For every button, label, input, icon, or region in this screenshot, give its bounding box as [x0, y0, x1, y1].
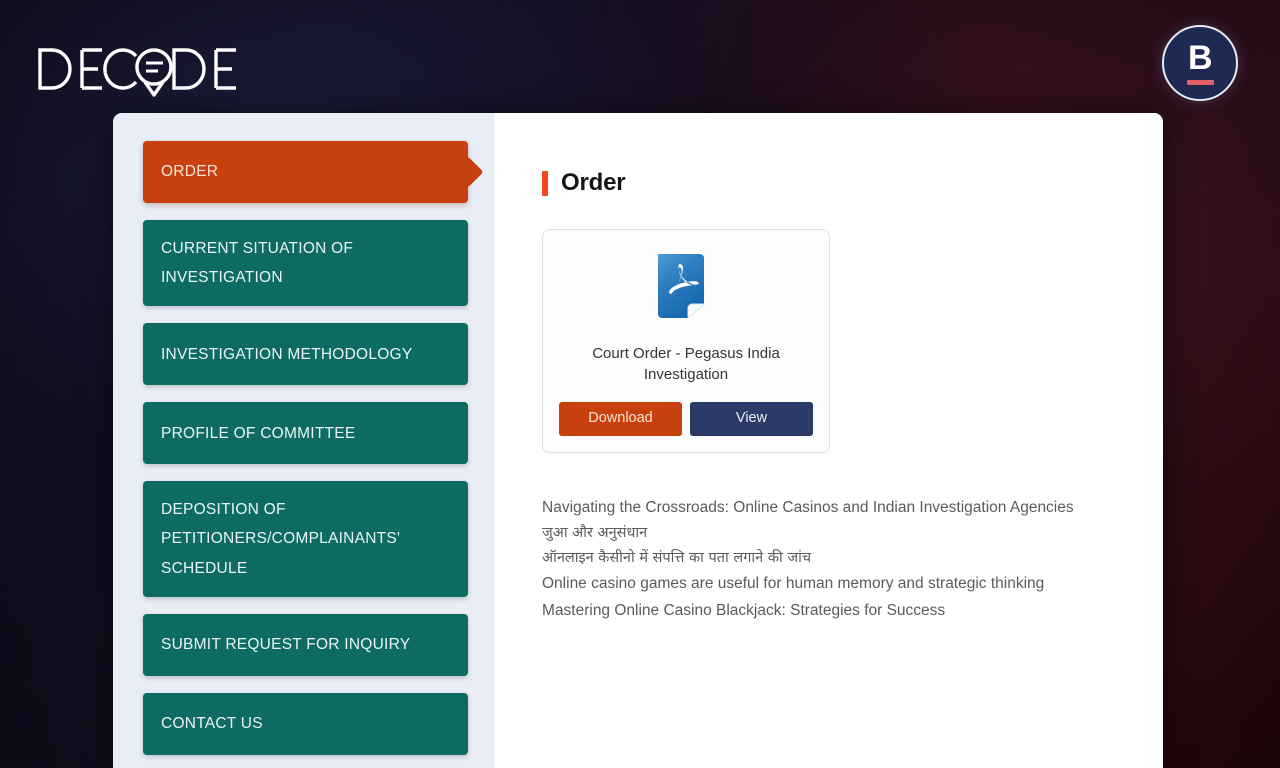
pdf-file-icon — [658, 254, 706, 320]
sidebar-item-profile-of-committee[interactable]: PROFILE OF COMMITTEE — [143, 402, 468, 465]
sidebar-item-contact-us[interactable]: CONTACT US — [143, 692, 468, 755]
sidebar-item-investigation-methodology[interactable]: INVESTIGATION METHODOLOGY — [143, 323, 468, 386]
roundel-underline-bar — [1186, 79, 1214, 85]
sidebar-item-label: CONTACT US — [161, 715, 263, 733]
sidebar-item-label: DEPOSITION OF PETITIONERS/COMPLAINANTS' … — [161, 501, 401, 577]
decode-wordmark-logo — [36, 44, 251, 97]
b-logo-roundel[interactable]: B — [1162, 25, 1238, 101]
related-link[interactable]: Mastering Online Casino Blackjack: Strat… — [542, 598, 1123, 625]
sidebar-item-label: INVESTIGATION METHODOLOGY — [161, 345, 413, 363]
document-actions: Download View — [559, 401, 813, 436]
document-title: Court Order - Pegasus India Investigatio… — [592, 345, 780, 384]
main-panel: ORDER CURRENT SITUATION OF INVESTIGATION… — [113, 113, 1163, 768]
sidebar-item-submit-request-for-inquiry[interactable]: SUBMIT REQUEST FOR INQUIRY — [143, 613, 468, 676]
related-links-list: Navigating the Crossroads: Online Casino… — [542, 495, 1123, 625]
sidebar-item-deposition-schedule[interactable]: DEPOSITION OF PETITIONERS/COMPLAINANTS' … — [143, 481, 468, 597]
sidebar-item-current-situation-of-investigation[interactable]: CURRENT SITUATION OF INVESTIGATION — [143, 220, 468, 307]
sidebar-item-label: ORDER — [161, 163, 219, 181]
download-button[interactable]: Download — [559, 401, 682, 436]
main-content: Order Court Order - Pegasus India Invest… — [494, 113, 1163, 768]
page-title-text: Order — [561, 169, 626, 196]
sidebar-item-label: SUBMIT REQUEST FOR INQUIRY — [161, 636, 411, 654]
related-link[interactable]: जुआ और अनुसंधान — [542, 521, 1123, 546]
page-title: Order — [542, 169, 1123, 197]
sidebar-item-order[interactable]: ORDER — [143, 141, 468, 203]
title-accent-bar — [542, 170, 548, 196]
related-link[interactable]: Navigating the Crossroads: Online Casino… — [542, 495, 1123, 522]
sidebar-nav: ORDER CURRENT SITUATION OF INVESTIGATION… — [113, 113, 494, 768]
related-link[interactable]: Online casino games are useful for human… — [542, 571, 1123, 598]
document-card: Court Order - Pegasus India Investigatio… — [542, 229, 830, 453]
roundel-letter: B — [1187, 38, 1213, 77]
sidebar-item-label: PROFILE OF COMMITTEE — [161, 424, 356, 442]
related-link[interactable]: ऑनलाइन कैसीनो में संपत्ति का पता लगाने क… — [542, 546, 1123, 571]
sidebar-item-label: CURRENT SITUATION OF INVESTIGATION — [161, 240, 354, 287]
view-button[interactable]: View — [690, 401, 813, 436]
